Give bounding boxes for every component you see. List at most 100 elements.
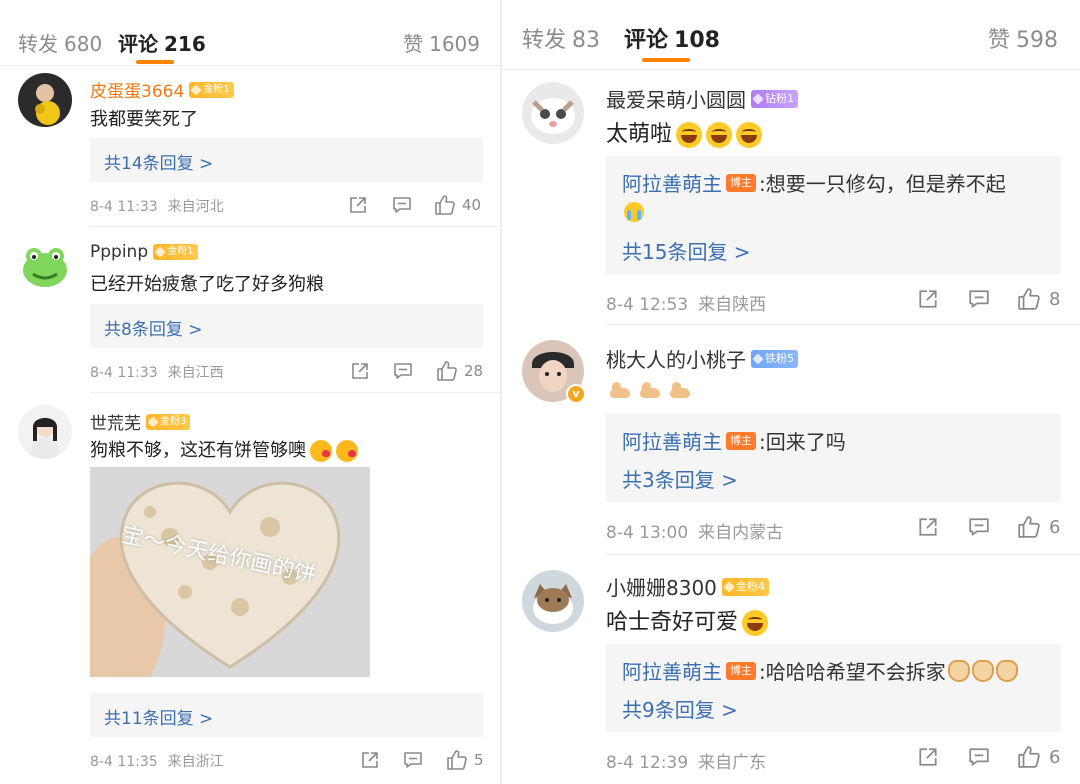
share-button[interactable]: [360, 750, 380, 770]
kiss-emoji-icon: [310, 440, 332, 462]
like-button[interactable]: 6: [1017, 515, 1060, 539]
avatar[interactable]: [18, 73, 72, 127]
comment-icon: [968, 746, 990, 768]
author-tag: 博主: [726, 173, 756, 192]
username-row: 皮蛋蛋3664 金粉1: [90, 77, 234, 102]
share-button[interactable]: [348, 195, 368, 215]
more-replies-link[interactable]: 共15条回复 >: [622, 236, 751, 265]
share-icon: [350, 361, 370, 381]
comment-icon: [968, 516, 990, 538]
username-row: 最爱呆萌小圆圆 钻粉1: [606, 84, 798, 113]
tab-repost[interactable]: 转发 83: [522, 22, 600, 54]
like-button[interactable]: 5: [446, 749, 484, 771]
divider: [90, 226, 500, 227]
author-tag: 博主: [726, 661, 756, 680]
comment-icon: [968, 288, 990, 310]
tab-label: 评论: [118, 32, 158, 56]
avatar[interactable]: [18, 405, 72, 459]
comment-button[interactable]: [392, 195, 412, 215]
reply-text: :想要一只修勾，但是养不起: [759, 172, 1006, 196]
share-icon: [917, 288, 939, 310]
reply-box[interactable]: 共8条回复 >: [90, 304, 483, 348]
fan-badge: 金粉1: [189, 81, 234, 98]
divider: [606, 324, 1080, 325]
muscle-emoji-icon: [638, 380, 662, 402]
badge-icon: [723, 580, 735, 593]
username-row: 桃大人的小桃子 铁粉5: [606, 344, 798, 373]
reply-author[interactable]: 阿拉善萌主: [622, 168, 722, 197]
tab-comments[interactable]: 评论 216: [118, 28, 206, 57]
fan-badge: 钻粉1: [751, 89, 798, 108]
tab-likes[interactable]: 赞 1609: [403, 28, 480, 57]
author-reply[interactable]: 阿拉善萌主 博主:哈哈哈希望不会拆家: [622, 656, 1018, 685]
share-button[interactable]: [917, 288, 939, 310]
comment-button[interactable]: [968, 288, 990, 310]
comment-emoji-row: [608, 378, 698, 403]
like-button[interactable]: 40: [434, 194, 481, 216]
muscle-emoji-icon: [608, 380, 632, 402]
tab-label: 赞: [403, 32, 424, 56]
comment-button[interactable]: [968, 516, 990, 538]
like-button[interactable]: 6: [1017, 745, 1060, 769]
location: 来自内蒙古: [698, 523, 784, 543]
share-button[interactable]: [917, 516, 939, 538]
cat-emoji-icon: [995, 659, 1018, 682]
badge-icon: [154, 246, 166, 258]
avatar[interactable]: [18, 240, 72, 294]
crying-emoji-icon: [624, 202, 644, 222]
username[interactable]: 世荒芜: [90, 409, 141, 434]
comment-meta: 8-4 12:53 来自陕西: [606, 290, 766, 315]
username[interactable]: 皮蛋蛋3664: [90, 77, 184, 102]
tab-count: 108: [674, 28, 720, 53]
comment-meta: 8-4 13:00 来自内蒙古: [606, 518, 783, 543]
tab-repost[interactable]: 转发 680: [18, 28, 102, 57]
comment-meta: 8-4 12:39 来自广东: [606, 748, 766, 773]
comment-icon: [393, 361, 413, 381]
comment-text: 已经开始疲惫了吃了好多狗粮: [90, 274, 324, 295]
username[interactable]: 桃大人的小桃子: [606, 344, 746, 373]
comment-image[interactable]: 宝～今天给你画的饼: [90, 467, 370, 677]
like-button[interactable]: 8: [1017, 287, 1060, 311]
laugh-emoji-icon: [736, 122, 763, 148]
comment-button[interactable]: [968, 746, 990, 768]
reply-text: :哈哈哈希望不会拆家: [759, 660, 946, 684]
username[interactable]: Pppinp: [90, 242, 148, 262]
like-icon: [446, 749, 468, 771]
right-comment-panel: 转发 83 评论 108 赞 598 最爱呆萌小圆圆 钻粉1 太萌啦 阿拉善萌主 博主:…: [500, 0, 1080, 784]
username[interactable]: 小姗姗8300: [606, 572, 717, 601]
more-replies-link[interactable]: 共11条回复 >: [104, 704, 213, 729]
more-replies-link[interactable]: 共3条回复 >: [622, 464, 738, 493]
reply-box[interactable]: 共14条回复 >: [90, 138, 483, 182]
timestamp: 8-4 11:35: [90, 754, 158, 770]
reply-author[interactable]: 阿拉善萌主: [622, 656, 722, 685]
reply-author[interactable]: 阿拉善萌主: [622, 426, 722, 455]
muscle-emoji-icon: [668, 380, 692, 402]
reply-box: 阿拉善萌主 博主:想要一只修勾，但是养不起 共15条回复 >: [606, 156, 1061, 274]
location: 来自河北: [167, 199, 224, 215]
share-button[interactable]: [350, 361, 370, 381]
like-button[interactable]: 28: [436, 360, 483, 382]
avatar[interactable]: [522, 570, 584, 632]
tab-comments[interactable]: 评论 108: [624, 22, 720, 54]
more-replies-link[interactable]: 共14条回复 >: [104, 149, 213, 174]
more-replies-link[interactable]: 共9条回复 >: [622, 694, 738, 723]
comment-text: 我都要笑死了: [90, 109, 198, 130]
share-button[interactable]: [917, 746, 939, 768]
tab-count: 598: [1016, 28, 1058, 53]
author-reply[interactable]: 阿拉善萌主 博主:想要一只修勾，但是养不起: [622, 168, 1006, 197]
comment-button[interactable]: [403, 750, 423, 770]
more-replies-link[interactable]: 共8条回复 >: [104, 315, 202, 340]
comment-button[interactable]: [393, 361, 413, 381]
tab-count: 216: [164, 32, 206, 56]
comment-text-body: 哈士奇好可爱: [606, 610, 739, 635]
reply-box[interactable]: 共11条回复 >: [90, 693, 483, 737]
reply-box: 阿拉善萌主 博主:哈哈哈希望不会拆家 共9条回复 >: [606, 644, 1061, 732]
timestamp: 8-4 11:33: [90, 365, 158, 381]
tab-likes[interactable]: 赞 598: [988, 22, 1058, 54]
badge-icon: [752, 92, 764, 105]
comment-text-body: 太萌啦: [606, 122, 673, 147]
avatar[interactable]: [522, 82, 584, 144]
like-count: 28: [464, 362, 484, 380]
author-reply[interactable]: 阿拉善萌主 博主:回来了吗: [622, 426, 846, 455]
username[interactable]: 最爱呆萌小圆圆: [606, 84, 746, 113]
